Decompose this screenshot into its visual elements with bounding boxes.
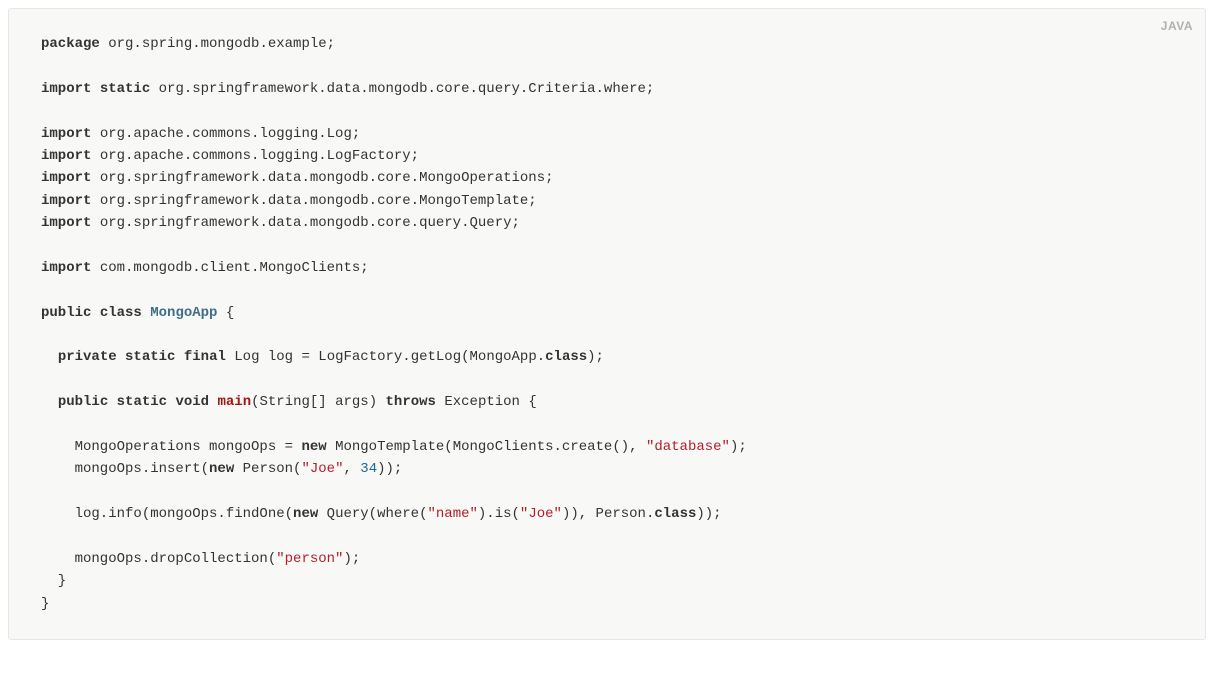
- code-block: JAVA package org.spring.mongodb.example;…: [8, 8, 1206, 640]
- code-content[interactable]: package org.spring.mongodb.example; impo…: [41, 33, 1173, 615]
- language-badge: JAVA: [1161, 17, 1193, 36]
